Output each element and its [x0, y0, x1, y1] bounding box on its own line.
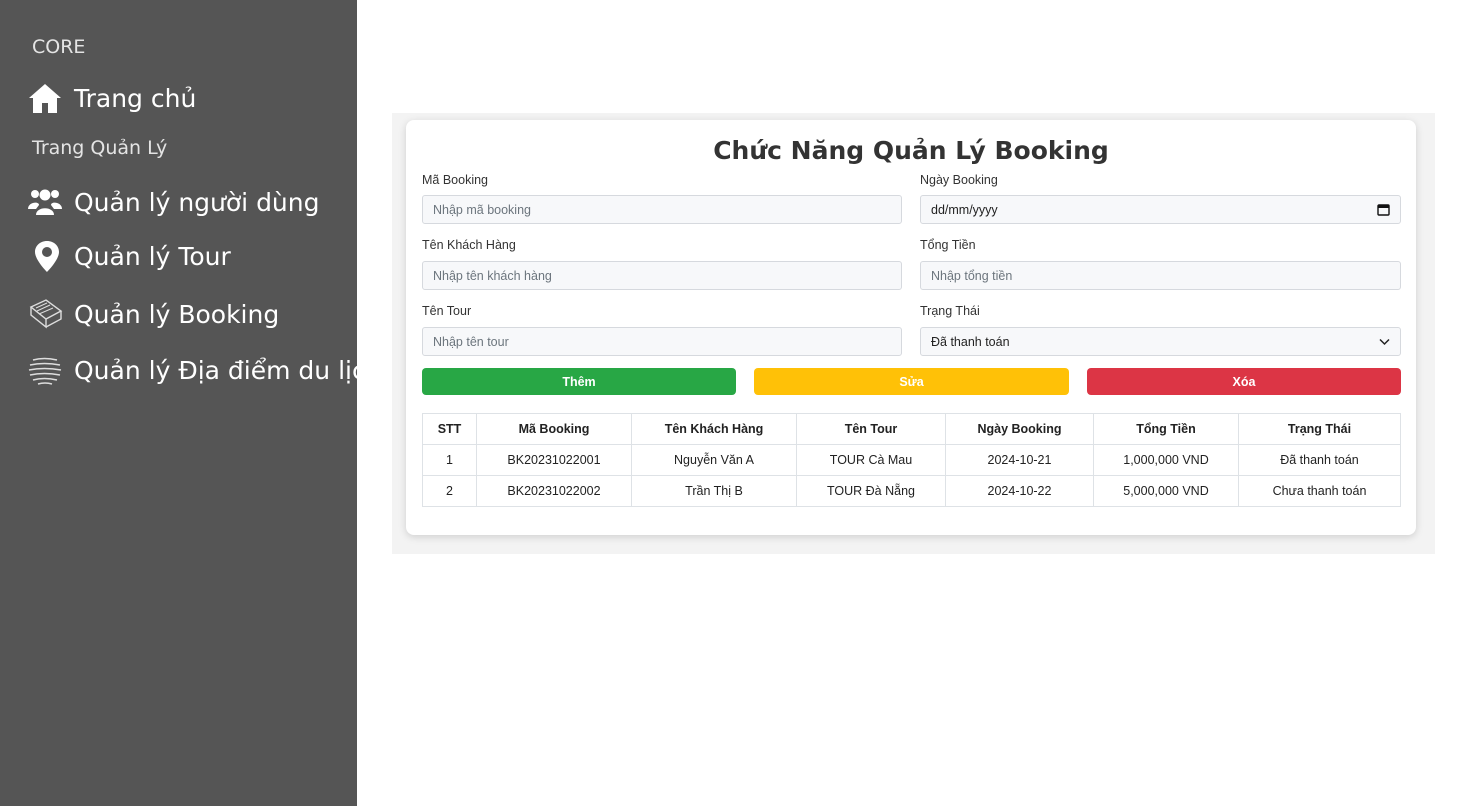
table-cell: BK20231022002 — [476, 475, 632, 507]
table-cell: Nguyễn Văn A — [631, 444, 797, 476]
status-select[interactable]: Đã thanh toán — [920, 327, 1401, 356]
sidebar-heading-manage: Trang Quản Lý — [32, 137, 168, 159]
table-cell: TOUR Đà Nẵng — [796, 475, 946, 507]
customer-name-label: Tên Khách Hàng — [422, 238, 516, 252]
sidebar-item-label: Quản lý Tour — [74, 241, 231, 271]
home-icon — [28, 80, 64, 116]
sidebar-item-destination[interactable]: Quản lý Địa điểm du lịch — [28, 352, 382, 388]
map-pin-icon — [28, 238, 64, 274]
table-cell: 5,000,000 VND — [1093, 475, 1239, 507]
booking-card: Chức Năng Quản Lý Booking Mã Booking Nhậ… — [406, 120, 1416, 535]
status-label: Trạng Thái — [920, 304, 980, 318]
sidebar-item-home[interactable]: Trang chủ — [28, 80, 196, 116]
status-value: Đã thanh toán — [931, 334, 1010, 349]
tour-name-input[interactable]: Nhập tên tour — [422, 327, 902, 356]
column-header: Tổng Tiền — [1093, 413, 1239, 445]
total-input[interactable]: Nhập tổng tiền — [920, 261, 1401, 290]
add-button[interactable]: Thêm — [422, 368, 736, 395]
booking-date-placeholder: dd/mm/yyyy — [931, 202, 998, 217]
delete-button[interactable]: Xóa — [1087, 368, 1401, 395]
customer-name-input[interactable]: Nhập tên khách hàng — [422, 261, 902, 290]
table-cell: 2 — [422, 475, 477, 507]
table-cell: 2024-10-21 — [945, 444, 1094, 476]
booking-date-label: Ngày Booking — [920, 173, 998, 187]
table-cell: Chưa thanh toán — [1238, 475, 1401, 507]
table-cell: Trần Thị B — [631, 475, 797, 507]
table-cell: Đã thanh toán — [1238, 444, 1401, 476]
tour-name-label: Tên Tour — [422, 304, 472, 318]
table-cell: BK20231022001 — [476, 444, 632, 476]
table-header-row: STT Mã Booking Tên Khách Hàng Tên Tour N… — [422, 413, 1401, 445]
sidebar-item-label: Trang chủ — [74, 83, 197, 113]
sidebar: CORE Trang chủ Trang Quản Lý Quản lý ngư… — [0, 0, 382, 806]
sidebar-item-label: Quản lý Booking — [74, 299, 280, 329]
sidebar-item-booking[interactable]: Quản lý Booking — [28, 296, 279, 332]
column-header: Trạng Thái — [1238, 413, 1401, 445]
sidebar-item-tour[interactable]: Quản lý Tour — [28, 238, 231, 274]
booking-id-label: Mã Booking — [422, 173, 489, 187]
sidebar-item-label: Quản lý Địa điểm du lịch — [74, 355, 382, 385]
table-cell: TOUR Cà Mau — [796, 444, 946, 476]
column-header: Tên Khách Hàng — [631, 413, 797, 445]
column-header: Tên Tour — [796, 413, 946, 445]
sidebar-item-users[interactable]: Quản lý người dùng — [28, 184, 320, 220]
sidebar-item-label: Quản lý người dùng — [74, 187, 320, 217]
column-header: Ngày Booking — [945, 413, 1094, 445]
column-header: STT — [422, 413, 477, 445]
booking-date-input[interactable]: dd/mm/yyyy — [920, 195, 1401, 224]
content-wrapper: Chức Năng Quản Lý Booking Mã Booking Nhậ… — [392, 113, 1435, 554]
booking-table: STT Mã Booking Tên Khách Hàng Tên Tour N… — [422, 413, 1401, 507]
booking-id-input[interactable]: Nhập mã booking — [422, 195, 902, 224]
total-label: Tổng Tiền — [920, 238, 976, 252]
table-row[interactable]: 2 BK20231022002 Trần Thị B TOUR Đà Nẵng … — [422, 475, 1401, 507]
globe-icon — [28, 352, 64, 388]
chevron-down-icon — [1379, 336, 1390, 350]
sidebar-heading-core: CORE — [32, 36, 86, 58]
users-icon — [28, 184, 64, 220]
page-title: Chức Năng Quản Lý Booking — [713, 136, 1109, 165]
edit-button[interactable]: Sửa — [754, 368, 1069, 395]
column-header: Mã Booking — [476, 413, 632, 445]
table-cell: 1,000,000 VND — [1093, 444, 1239, 476]
calendar-icon[interactable] — [1377, 203, 1390, 219]
table-row[interactable]: 1 BK20231022001 Nguyễn Văn A TOUR Cà Mau… — [422, 444, 1401, 476]
table-cell: 2024-10-22 — [945, 475, 1094, 507]
table-cell: 1 — [422, 444, 477, 476]
book-icon — [28, 296, 64, 332]
